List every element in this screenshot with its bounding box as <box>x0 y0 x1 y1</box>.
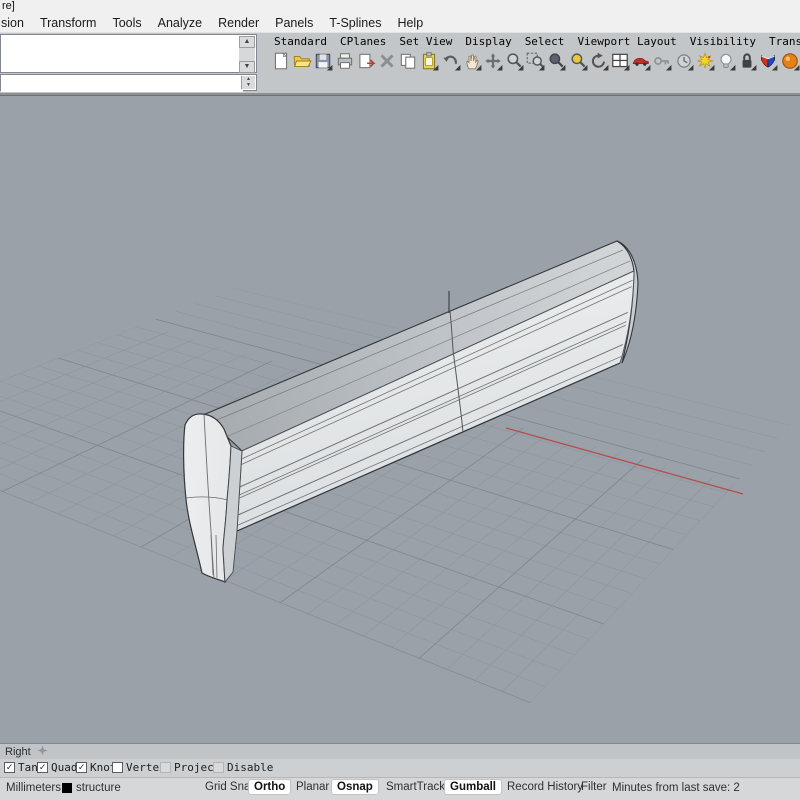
toolbar-tab-viewport-layout[interactable]: Viewport Layout <box>577 35 676 48</box>
command-line: ▲▼ <box>0 74 257 91</box>
checkbox-project[interactable] <box>160 762 171 773</box>
checkbox-disable[interactable] <box>213 762 224 773</box>
command-history-scrollbar[interactable]: ▲ ▼ <box>239 36 255 73</box>
toolbar-tabs: Standard CPlanes Set View Display Select View… <box>274 35 800 48</box>
osnap-option-quad[interactable]: ✓Quad <box>37 761 78 774</box>
viewport-tab-right[interactable]: Right <box>0 746 37 758</box>
status-toggle-planar[interactable]: Planar <box>291 780 334 794</box>
layer-color-swatch <box>62 783 72 793</box>
menu-bar: sionTransformToolsAnalyzeRenderPanelsT-S… <box>0 14 800 33</box>
checkbox-label: Disable <box>227 761 273 774</box>
paste-icon[interactable] <box>419 49 440 77</box>
menu-item-transform[interactable]: Transform <box>32 16 105 30</box>
status-toggle-filter[interactable]: Filter <box>576 780 612 794</box>
menu-item-render[interactable]: Render <box>210 16 267 30</box>
menu-item-sion[interactable]: sion <box>0 16 32 30</box>
status-toggle-ortho[interactable]: Ortho <box>249 780 290 794</box>
osnap-option-disable[interactable]: Disable <box>213 761 273 774</box>
menu-item-panels[interactable]: Panels <box>267 16 321 30</box>
osnap-option-tan[interactable]: ✓Tan <box>4 761 38 774</box>
x-axis-line <box>506 428 743 494</box>
command-history[interactable]: ▲ ▼ <box>0 34 257 73</box>
save-timer-message: Minutes from last save: 2 <box>612 782 740 794</box>
toolbar-tab-display[interactable]: Display <box>465 35 511 48</box>
zoom-icon[interactable] <box>504 49 525 77</box>
toolbar-tab-transform[interactable]: Transform <box>769 35 800 48</box>
shade-shield-icon[interactable] <box>758 49 779 77</box>
viewport-tab-star-icon[interactable] <box>37 745 48 759</box>
current-layer[interactable]: structure <box>62 782 121 794</box>
command-input[interactable] <box>1 77 243 92</box>
menu-item-analyze[interactable]: Analyze <box>150 16 210 30</box>
zoom-dynamic-icon[interactable] <box>546 49 567 77</box>
pan-hand-icon[interactable] <box>462 49 483 77</box>
checkbox-quad[interactable]: ✓ <box>37 762 48 773</box>
toolbar-tab-cplanes[interactable]: CPlanes <box>340 35 386 48</box>
key-icon[interactable] <box>652 49 673 77</box>
undo-icon[interactable] <box>441 49 462 77</box>
history-clock-icon[interactable] <box>674 49 695 77</box>
osnap-option-knot[interactable]: ✓Knot <box>76 761 117 774</box>
new-file-icon[interactable] <box>271 49 292 77</box>
print-icon[interactable] <box>335 49 356 77</box>
scroll-down-icon[interactable]: ▼ <box>239 61 255 73</box>
viewport-tab-row: Right <box>0 743 800 759</box>
menu-item-tsplines[interactable]: T-Splines <box>321 16 389 30</box>
checkbox-label: Tan <box>18 761 38 774</box>
viewport-canvas[interactable] <box>0 96 800 743</box>
splash-icon[interactable] <box>695 49 716 77</box>
osnap-row: ✓Tan✓Quad✓KnotVertexProjectDisable <box>0 759 800 777</box>
cut-icon[interactable] <box>377 49 398 77</box>
menu-item-tools[interactable]: Tools <box>104 16 149 30</box>
light-bulb-icon[interactable] <box>716 49 737 77</box>
save-file-icon[interactable] <box>313 49 334 77</box>
3d-viewport[interactable] <box>0 95 800 743</box>
lock-icon[interactable] <box>737 49 758 77</box>
copy-icon[interactable] <box>398 49 419 77</box>
toolbar-zone: ▲ ▼ ▲▼ StandardCPlanesSet ViewDisplaySel… <box>0 33 800 95</box>
display-mode-car-icon[interactable] <box>631 49 652 77</box>
command-spinner[interactable]: ▲▼ <box>241 76 255 89</box>
toolbar-tab-standard[interactable]: Standard <box>274 35 327 48</box>
status-toggle-gumball[interactable]: Gumball <box>445 780 501 794</box>
status-toggle-osnap[interactable]: Osnap <box>332 780 378 794</box>
export-page-icon[interactable] <box>356 49 377 77</box>
toolbar-tab-select[interactable]: Select <box>525 35 565 48</box>
menu-item-help[interactable]: Help <box>389 16 431 30</box>
move-cross-icon[interactable] <box>483 49 504 77</box>
osnap-option-vertex[interactable]: Vertex <box>112 761 166 774</box>
units-label[interactable]: Millimeters <box>6 782 61 794</box>
zoom-window-icon[interactable] <box>525 49 546 77</box>
status-toggle-smarttrack[interactable]: SmartTrack <box>381 780 450 794</box>
toolbar-icons <box>271 49 800 79</box>
osnap-option-project[interactable]: Project <box>160 761 220 774</box>
checkbox-label: Quad <box>51 761 78 774</box>
window-title: re] <box>0 0 800 14</box>
render-circle-icon[interactable] <box>780 49 800 77</box>
checkbox-tan[interactable]: ✓ <box>4 762 15 773</box>
viewport-layout-icon[interactable] <box>610 49 631 77</box>
rotate-view-icon[interactable] <box>589 49 610 77</box>
zoom-extents-icon[interactable] <box>568 49 589 77</box>
status-bar: Millimeters structure Minutes from last … <box>0 777 800 800</box>
checkbox-vertex[interactable] <box>112 762 123 773</box>
layer-name: structure <box>76 782 121 794</box>
checkbox-knot[interactable]: ✓ <box>76 762 87 773</box>
scroll-up-icon[interactable]: ▲ <box>239 36 255 48</box>
command-area: ▲ ▼ ▲▼ <box>0 34 258 92</box>
open-file-icon[interactable] <box>292 49 313 77</box>
toolbar-tab-visibility[interactable]: Visibility <box>690 35 756 48</box>
toolbar-tab-set-view[interactable]: Set View <box>399 35 452 48</box>
